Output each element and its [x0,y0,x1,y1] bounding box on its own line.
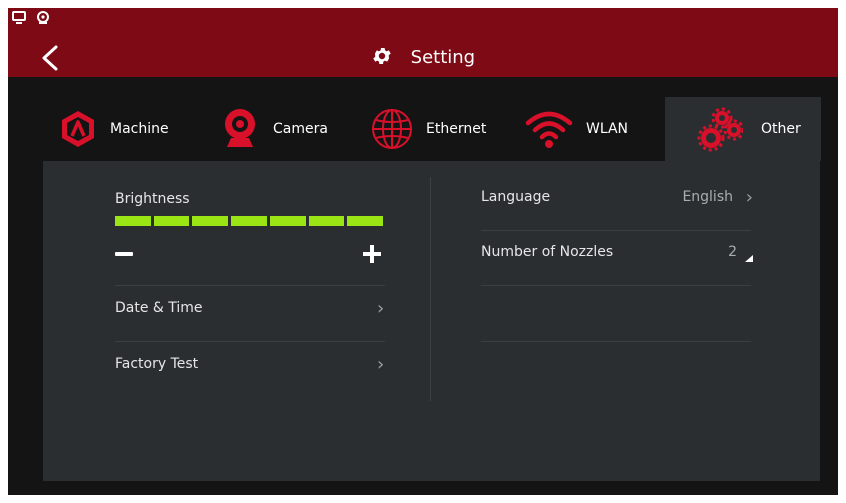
tab-label: Ethernet [426,121,487,137]
chevron-right-icon: › [377,298,385,319]
tab-label: WLAN [586,121,629,137]
factory-test-label: Factory Test [115,356,199,372]
camera-icon [219,107,261,151]
settings-tabs: Machine Camera Ethernet WLAN Other [44,97,821,161]
triangle-up-icon [745,250,753,266]
ethernet-globe-icon [370,107,414,151]
monitor-icon [12,11,26,25]
date-time-row[interactable]: Date & Time › [115,298,387,330]
brightness-segment [153,216,190,226]
language-value: English [682,189,733,205]
brightness-slider[interactable] [115,216,384,226]
machine-icon [58,109,98,149]
brightness-increase-button[interactable] [363,245,381,263]
wifi-icon [524,109,574,149]
tab-camera[interactable]: Camera [219,97,328,161]
tab-other[interactable]: Other [665,97,821,161]
tab-machine[interactable]: Machine [58,97,169,161]
brightness-segment [231,216,267,226]
tab-label: Other [761,121,801,137]
brightness-segment [192,216,229,226]
page-title-group: Setting [8,45,838,72]
brightness-decrease-button[interactable] [115,245,133,263]
gears-icon [697,106,743,152]
row-divider [115,341,385,342]
system-tray [12,11,50,25]
gear-icon [371,45,393,72]
row-divider [115,285,385,286]
tab-wlan[interactable]: WLAN [524,97,628,161]
brightness-segment [115,216,151,226]
brightness-segment [269,216,306,226]
webcam-icon [36,11,50,25]
date-time-label: Date & Time [115,300,203,316]
nozzles-row[interactable]: Number of Nozzles 2 [481,244,753,274]
factory-test-row[interactable]: Factory Test › [115,354,387,386]
row-divider [481,230,751,231]
language-row[interactable]: Language English › [481,187,753,219]
brightness-segment [347,216,384,226]
brightness-label: Brightness [115,191,190,207]
nozzles-value: 2 [728,244,737,260]
header-bar: Setting [8,8,838,77]
row-divider [481,341,751,342]
brightness-segment [308,216,345,226]
nozzles-label: Number of Nozzles [481,244,614,260]
tab-label: Machine [110,121,169,137]
page-title: Setting [410,47,476,68]
tab-ethernet[interactable]: Ethernet [370,97,486,161]
row-divider [481,285,751,286]
app-screen: Setting Machine Camera Ethernet WLAN Oth… [8,8,838,495]
language-label: Language [481,189,551,205]
tab-label: Camera [273,121,328,137]
settings-panel: Brightness Date & Time › Factory Test › … [43,161,820,481]
chevron-right-icon: › [745,187,753,208]
chevron-right-icon: › [377,354,385,375]
column-divider [430,177,431,401]
